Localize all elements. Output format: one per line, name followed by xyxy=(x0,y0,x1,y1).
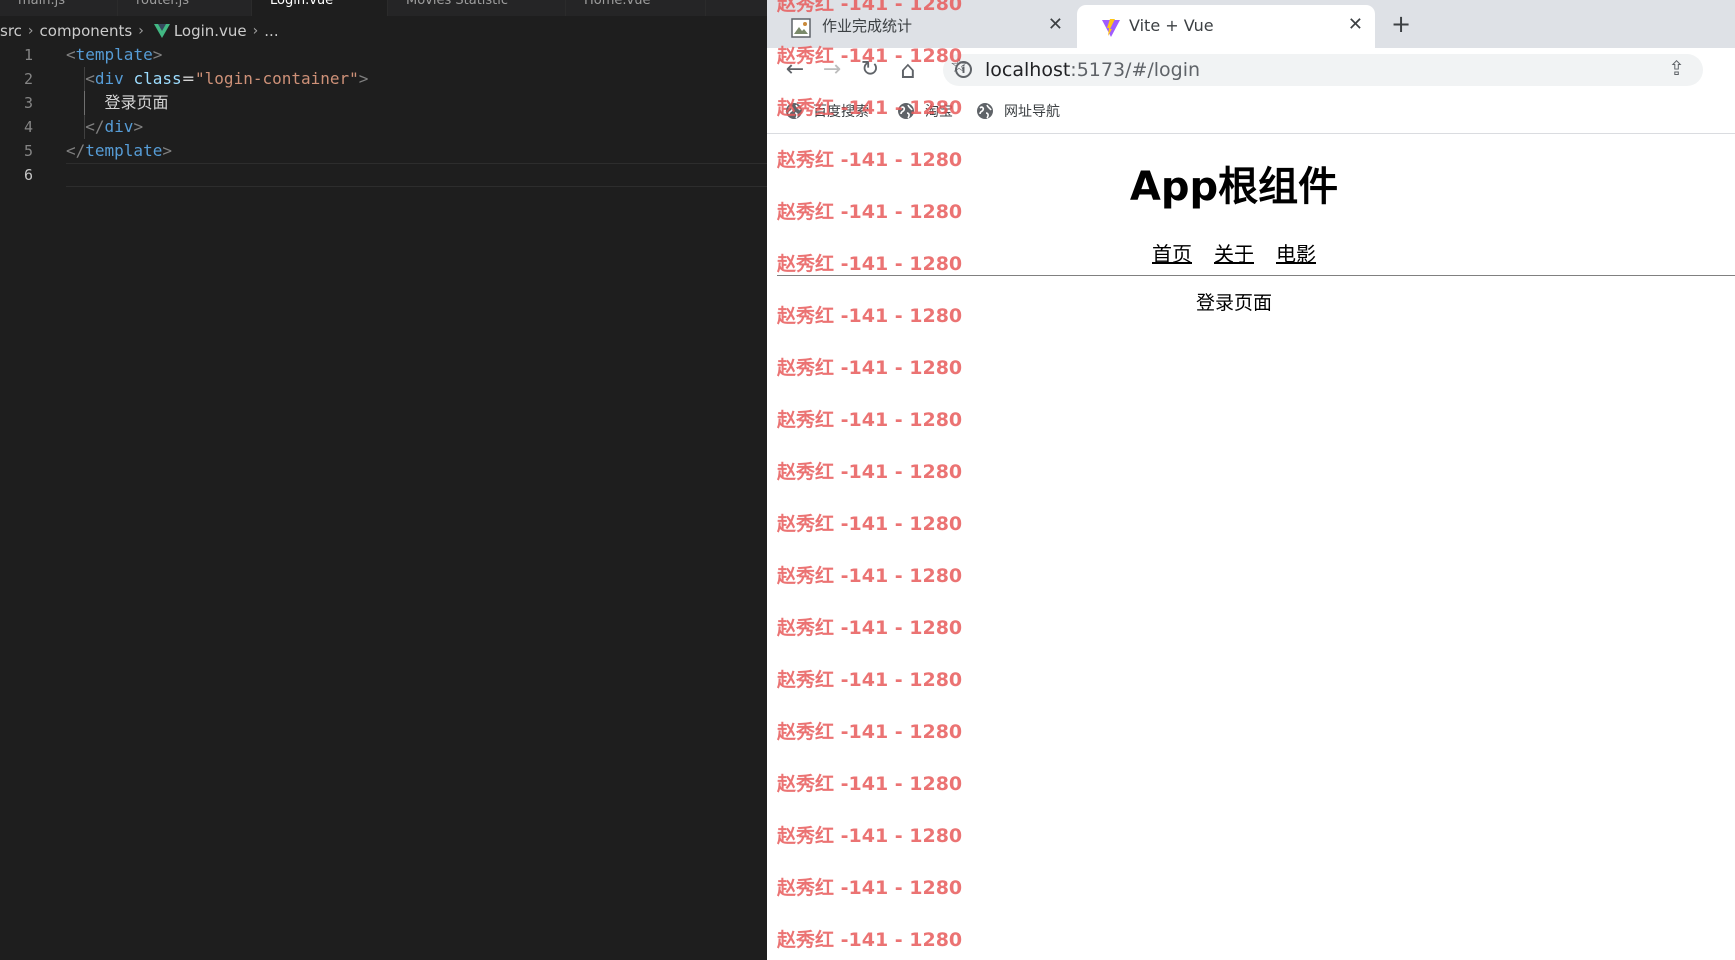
code-token: = xyxy=(181,69,196,88)
line-number: 2 xyxy=(23,70,33,88)
breadcrumb-item-components[interactable]: components xyxy=(40,18,133,44)
code-line[interactable]: 6 xyxy=(0,163,767,187)
close-icon[interactable]: ✕ xyxy=(1348,16,1363,34)
editor-tab-bar: main.js router.js Login.vue× Movies Stat… xyxy=(0,0,767,16)
code-area[interactable]: 1 <template> 2 <div class="login-container… xyxy=(0,43,767,187)
editor-tab-label: Movies Statistic xyxy=(406,0,509,8)
globe-icon xyxy=(785,102,803,120)
divider xyxy=(777,275,1735,276)
code-line[interactable]: 5 </template> xyxy=(0,139,767,163)
code-token: div xyxy=(104,117,134,136)
login-page-text: 登录页面 xyxy=(1195,292,1272,314)
bookmark-baidu[interactable]: 百度搜索 xyxy=(785,101,875,123)
code-text: <div class="login-container"> xyxy=(66,67,368,91)
bookmark-label: 淘宝 xyxy=(925,104,953,120)
chevron-right-icon: › xyxy=(27,23,34,39)
code-token: </ xyxy=(85,117,105,136)
editor-tab-movies-statistic[interactable]: Movies Statistic xyxy=(388,0,566,16)
code-text: 登录页面 xyxy=(66,91,169,115)
close-icon[interactable]: ✕ xyxy=(1048,16,1063,34)
forward-button[interactable]: → xyxy=(815,48,849,92)
app-title: App根组件 xyxy=(1129,164,1339,210)
nav-link-home[interactable]: 首页 xyxy=(1152,242,1192,266)
editor-tab-label: router.js xyxy=(136,0,190,8)
browser-window: 作业完成统计 ✕ Vite + Vue ✕ + ← → ↻ ⌂ i localh… xyxy=(767,0,1735,960)
code-line[interactable]: 1 <template> xyxy=(0,43,767,67)
line-number: 6 xyxy=(23,166,33,184)
browser-toolbar: ← → ↻ ⌂ i localhost:5173/#/login ⇪ xyxy=(767,48,1735,92)
chevron-right-icon: › xyxy=(138,23,144,39)
code-token: > xyxy=(358,69,369,88)
code-token: > xyxy=(162,141,172,160)
code-token: template xyxy=(85,141,163,160)
line-number: 5 xyxy=(23,142,33,160)
editor-tab-label: Home.vue xyxy=(584,0,651,8)
line-number: 1 xyxy=(23,46,33,64)
bookmark-label: 网址导航 xyxy=(1004,104,1060,120)
browser-tab-strip: 作业完成统计 ✕ Vite + Vue ✕ + xyxy=(767,0,1735,48)
code-token: < xyxy=(66,45,76,64)
code-text: </div> xyxy=(66,115,143,139)
back-button[interactable]: ← xyxy=(778,48,812,92)
nav-link-about[interactable]: 关于 xyxy=(1214,242,1254,266)
new-tab-button[interactable]: + xyxy=(1391,12,1411,36)
image-favicon-icon xyxy=(791,18,811,38)
globe-icon xyxy=(897,102,915,120)
editor-tab-main-js[interactable]: main.js xyxy=(0,0,118,16)
breadcrumb-item-src[interactable]: src xyxy=(0,18,22,44)
breadcrumb-item-more[interactable]: ... xyxy=(264,18,278,44)
editor-tab-router-js[interactable]: router.js xyxy=(118,0,252,16)
home-button[interactable]: ⌂ xyxy=(891,48,925,92)
browser-tab-homework-stats[interactable]: 作业完成统计 ✕ xyxy=(767,5,1075,48)
url-host: localhost xyxy=(985,59,1071,81)
code-token: class xyxy=(133,69,182,88)
vue-file-icon xyxy=(153,18,170,44)
nav-link-movies[interactable]: 电影 xyxy=(1276,242,1316,266)
code-line[interactable]: 4 </div> xyxy=(0,115,767,139)
editor-tab-login-vue[interactable]: Login.vue× xyxy=(252,0,388,16)
code-token: > xyxy=(152,45,163,64)
bookmarks-bar: 百度搜索 淘宝 网址导航 xyxy=(767,92,1735,134)
browser-tab-title: 作业完成统计 xyxy=(822,17,913,35)
code-token: 登录页面 xyxy=(104,93,169,112)
reload-button[interactable]: ↻ xyxy=(853,48,887,92)
code-token: </ xyxy=(66,141,86,160)
code-line[interactable]: 3 登录页面 xyxy=(0,91,767,115)
bookmark-site-nav[interactable]: 网址导航 xyxy=(976,101,1072,123)
web-page-content: App根组件 首页 关于 电影 登录页面 xyxy=(767,134,1735,960)
breadcrumb-item-login-vue[interactable]: Login.vue xyxy=(174,18,247,44)
browser-tab-title: Vite + Vue xyxy=(1129,16,1214,35)
code-token: template xyxy=(75,45,153,64)
line-number: 3 xyxy=(23,94,33,112)
url-text[interactable]: localhost:5173/#/login xyxy=(985,58,1200,82)
bookmark-taobao[interactable]: 淘宝 xyxy=(897,101,959,123)
globe-icon xyxy=(976,102,994,120)
code-token: > xyxy=(133,117,144,136)
browser-tab-vite-vue[interactable]: Vite + Vue ✕ xyxy=(1077,5,1375,48)
vite-favicon-icon xyxy=(1101,18,1121,38)
code-editor: main.js router.js Login.vue× Movies Stat… xyxy=(0,0,767,960)
breadcrumb: src › components › Login.vue ›... xyxy=(0,18,767,44)
code-text: </template> xyxy=(66,139,172,163)
chevron-right-icon: › xyxy=(252,23,259,39)
editor-tab-label: Login.vue xyxy=(270,0,334,8)
bookmark-label: 百度搜索 xyxy=(813,104,869,120)
editor-tab-home-vue[interactable]: Home.vue xyxy=(566,0,706,16)
app-nav: 首页 关于 电影 xyxy=(767,240,1701,268)
share-icon[interactable]: ⇪ xyxy=(1668,56,1685,80)
code-token: div xyxy=(94,69,124,88)
code-token: "login-container" xyxy=(195,69,359,88)
editor-tab-label: main.js xyxy=(18,0,65,8)
address-bar[interactable]: i localhost:5173/#/login ⇪ xyxy=(943,54,1703,86)
code-text: <template> xyxy=(66,43,162,67)
code-line[interactable]: 2 <div class="login-container"> xyxy=(0,67,767,91)
code-token: < xyxy=(85,69,95,88)
bookmark-star-icon[interactable]: ☆ xyxy=(950,53,968,77)
url-path: :5173/#/login xyxy=(1070,59,1201,81)
line-number: 4 xyxy=(23,118,33,136)
